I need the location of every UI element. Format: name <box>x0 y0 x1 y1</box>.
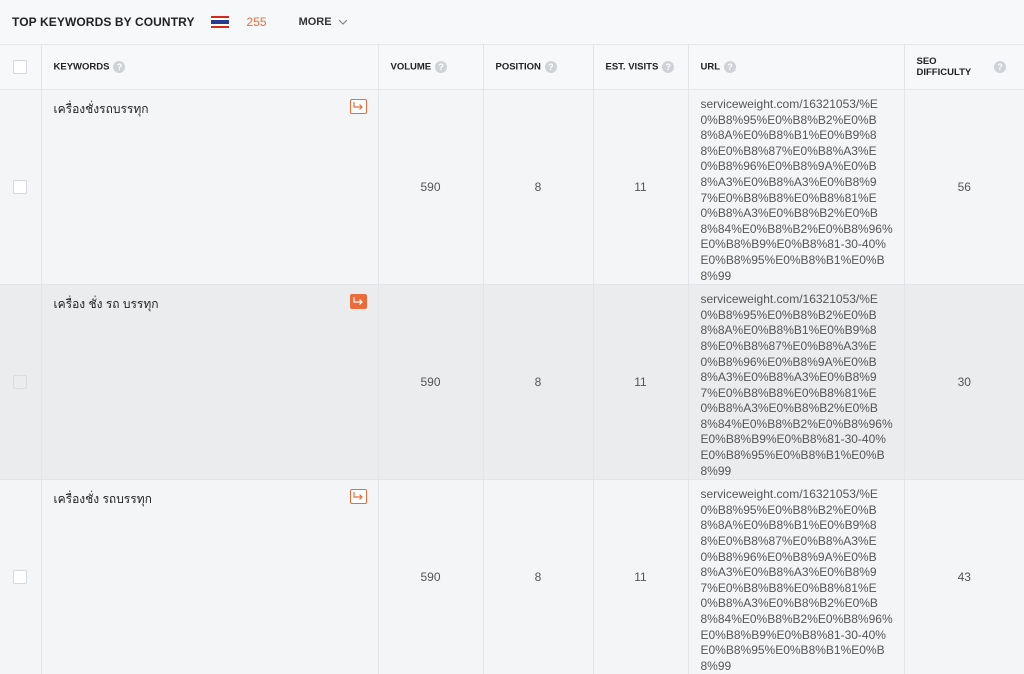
chevron-down-icon <box>338 19 348 25</box>
est-visits-cell: 11 <box>593 88 689 285</box>
table-row: เครื่อง ชั่ง รถ บรรทุก 590 8 11 servicew… <box>0 284 1024 480</box>
position-cell: 8 <box>483 479 594 674</box>
row-checkbox[interactable] <box>13 375 28 390</box>
question-icon[interactable]: ? <box>435 61 448 73</box>
row-select-cell <box>0 479 42 674</box>
column-header-est-visits[interactable]: EST. VISITS? <box>593 44 689 90</box>
position-header-label: POSITION <box>495 61 541 73</box>
report-header: TOP KEYWORDS BY COUNTRY 255 MORE <box>0 0 1024 44</box>
volume-header-label: VOLUME <box>390 61 432 73</box>
keywords-table: KEYWORDS? VOLUME? POSITION? EST. VISITS?… <box>0 44 1024 674</box>
question-icon[interactable]: ? <box>113 61 126 73</box>
select-all-cell <box>0 44 42 90</box>
question-icon[interactable]: ? <box>544 61 557 73</box>
position-cell: 8 <box>483 284 594 480</box>
question-icon[interactable]: ? <box>724 61 737 73</box>
est-visits-header-label: EST. VISITS <box>605 61 659 73</box>
row-checkbox[interactable] <box>13 570 28 585</box>
keyword-text: เครื่อง ชั่ง รถ บรรทุก <box>53 297 159 312</box>
seo-difficulty-cell: 30 <box>904 284 1024 480</box>
url-header-label: URL <box>700 61 721 73</box>
open-link-icon[interactable] <box>349 489 367 505</box>
column-header-volume[interactable]: VOLUME? <box>378 44 484 90</box>
keyword-cell: เครื่อง ชั่ง รถ บรรทุก <box>41 284 379 480</box>
seo-difficulty-cell: 43 <box>904 479 1024 674</box>
volume-cell: 590 <box>378 88 484 285</box>
open-link-icon[interactable] <box>349 294 367 310</box>
row-checkbox[interactable] <box>13 180 28 195</box>
volume-cell: 590 <box>378 284 484 480</box>
seo-difficulty-cell: 56 <box>904 88 1024 285</box>
column-header-keywords[interactable]: KEYWORDS? <box>41 44 379 90</box>
thailand-flag-icon <box>210 16 229 28</box>
table-row: เครื่องชั่ง รถบรรทุก 590 8 11 servicewei… <box>0 479 1024 674</box>
keyword-text: เครื่องชั่ง รถบรรทุก <box>53 492 152 507</box>
url-cell: serviceweight.com/16321053/%E0%B8%95%E0%… <box>688 479 905 674</box>
column-header-url[interactable]: URL? <box>688 44 905 90</box>
keyword-text: เครื่องชั่งรถบรรทุก <box>53 102 149 116</box>
table-header-row: KEYWORDS? VOLUME? POSITION? EST. VISITS?… <box>0 44 1024 90</box>
position-cell: 8 <box>483 88 594 285</box>
est-visits-cell: 11 <box>593 284 689 480</box>
select-all-checkbox[interactable] <box>13 60 28 74</box>
keyword-cell: เครื่องชั่ง รถบรรทุก <box>41 479 379 674</box>
column-header-seo-difficulty[interactable]: SEO DIFFICULTY ? <box>904 44 1024 90</box>
row-select-cell <box>0 88 42 285</box>
volume-cell: 590 <box>378 479 484 674</box>
more-dropdown[interactable]: MORE <box>299 16 348 28</box>
seo-header-label-line1: SEO <box>916 56 937 67</box>
url-cell: serviceweight.com/16321053/%E0%B8%95%E0%… <box>688 88 905 285</box>
url-cell: serviceweight.com/16321053/%E0%B8%95%E0%… <box>688 284 905 480</box>
seo-header-label-line2: DIFFICULTY <box>916 67 972 78</box>
est-visits-cell: 11 <box>593 479 689 674</box>
question-icon[interactable]: ? <box>994 61 1006 73</box>
question-icon[interactable]: ? <box>662 61 675 73</box>
keywords-header-label: KEYWORDS <box>53 61 110 73</box>
more-label: MORE <box>298 16 332 28</box>
table-row: เครื่องชั่งรถบรรทุก 590 8 11 serviceweig… <box>0 88 1024 285</box>
keyword-count: 255 <box>246 15 267 29</box>
keyword-cell: เครื่องชั่งรถบรรทุก <box>41 88 379 285</box>
open-link-icon[interactable] <box>349 99 367 114</box>
report-title: TOP KEYWORDS BY COUNTRY <box>12 15 195 29</box>
column-header-position[interactable]: POSITION? <box>483 44 594 90</box>
row-select-cell <box>0 284 42 480</box>
